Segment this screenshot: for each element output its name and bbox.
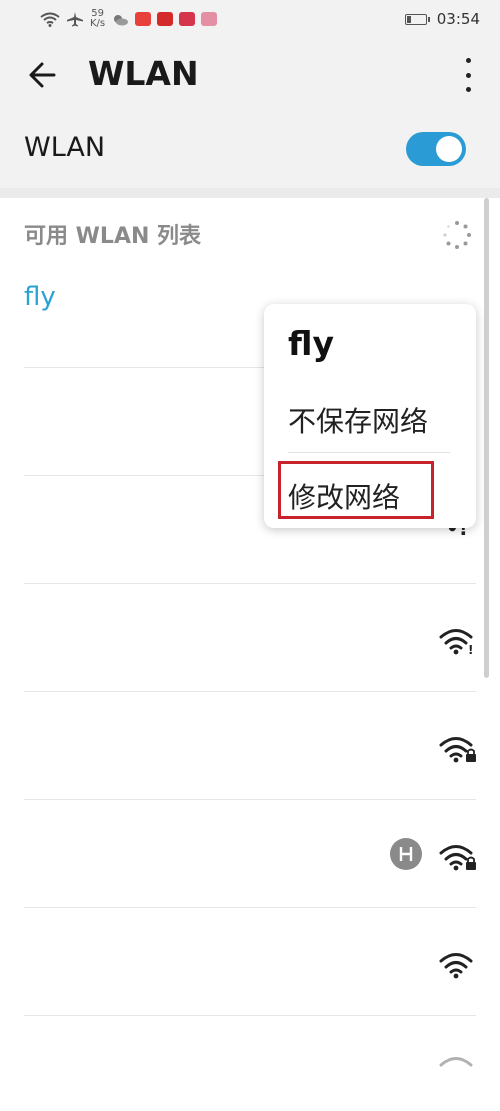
network-row[interactable] [24, 800, 476, 908]
highlight-annotation-box [278, 461, 434, 519]
wifi-signal-icon: ! [439, 629, 473, 656]
wifi-icon [40, 12, 60, 27]
airplane-icon [67, 12, 83, 27]
app-icon [201, 12, 218, 26]
wlan-toggle-label: WLAN [24, 132, 106, 163]
network-speed: 59 K/s [90, 9, 105, 29]
battery-icon [404, 13, 430, 25]
status-right: 03:54 [404, 10, 480, 28]
network-row[interactable] [24, 908, 476, 1016]
page-title: WLAN [88, 54, 199, 93]
hub-glyph-icon [399, 847, 413, 861]
wifi-lock-icon [439, 737, 476, 763]
more-vertical-icon[interactable] [460, 58, 476, 92]
wifi-lock-icon [439, 845, 476, 871]
bottom-fade [0, 1066, 500, 1111]
available-list-header: 可用 WLAN 列表 [24, 224, 202, 249]
loading-spinner-icon [443, 221, 471, 249]
tmall-icon [157, 12, 174, 26]
svg-text:!: ! [468, 643, 473, 656]
switch-knob [436, 136, 462, 162]
weather-icon [114, 15, 129, 26]
status-time: 03:54 [436, 10, 480, 28]
wifi-signal-icon [439, 953, 473, 979]
app-bar: WLAN [0, 38, 500, 110]
wlan-switch[interactable] [406, 132, 466, 166]
network-row[interactable]: ! [24, 584, 476, 692]
section-divider [0, 188, 500, 198]
status-left: 59 K/s [40, 9, 218, 29]
arrow-left-icon[interactable] [24, 56, 62, 94]
network-name: fly [24, 282, 56, 312]
hub-icon [390, 838, 422, 870]
context-menu-title: fly [288, 324, 334, 363]
app-icon [135, 12, 152, 26]
menu-divider [288, 452, 450, 453]
speed-unit: K/s [90, 18, 106, 29]
network-row[interactable] [24, 692, 476, 800]
status-bar: 59 K/s 03:54 [0, 0, 500, 38]
scrollbar[interactable] [484, 198, 489, 678]
menu-item-forget-network[interactable]: 不保存网络 [288, 400, 428, 440]
app-icon [179, 12, 196, 26]
